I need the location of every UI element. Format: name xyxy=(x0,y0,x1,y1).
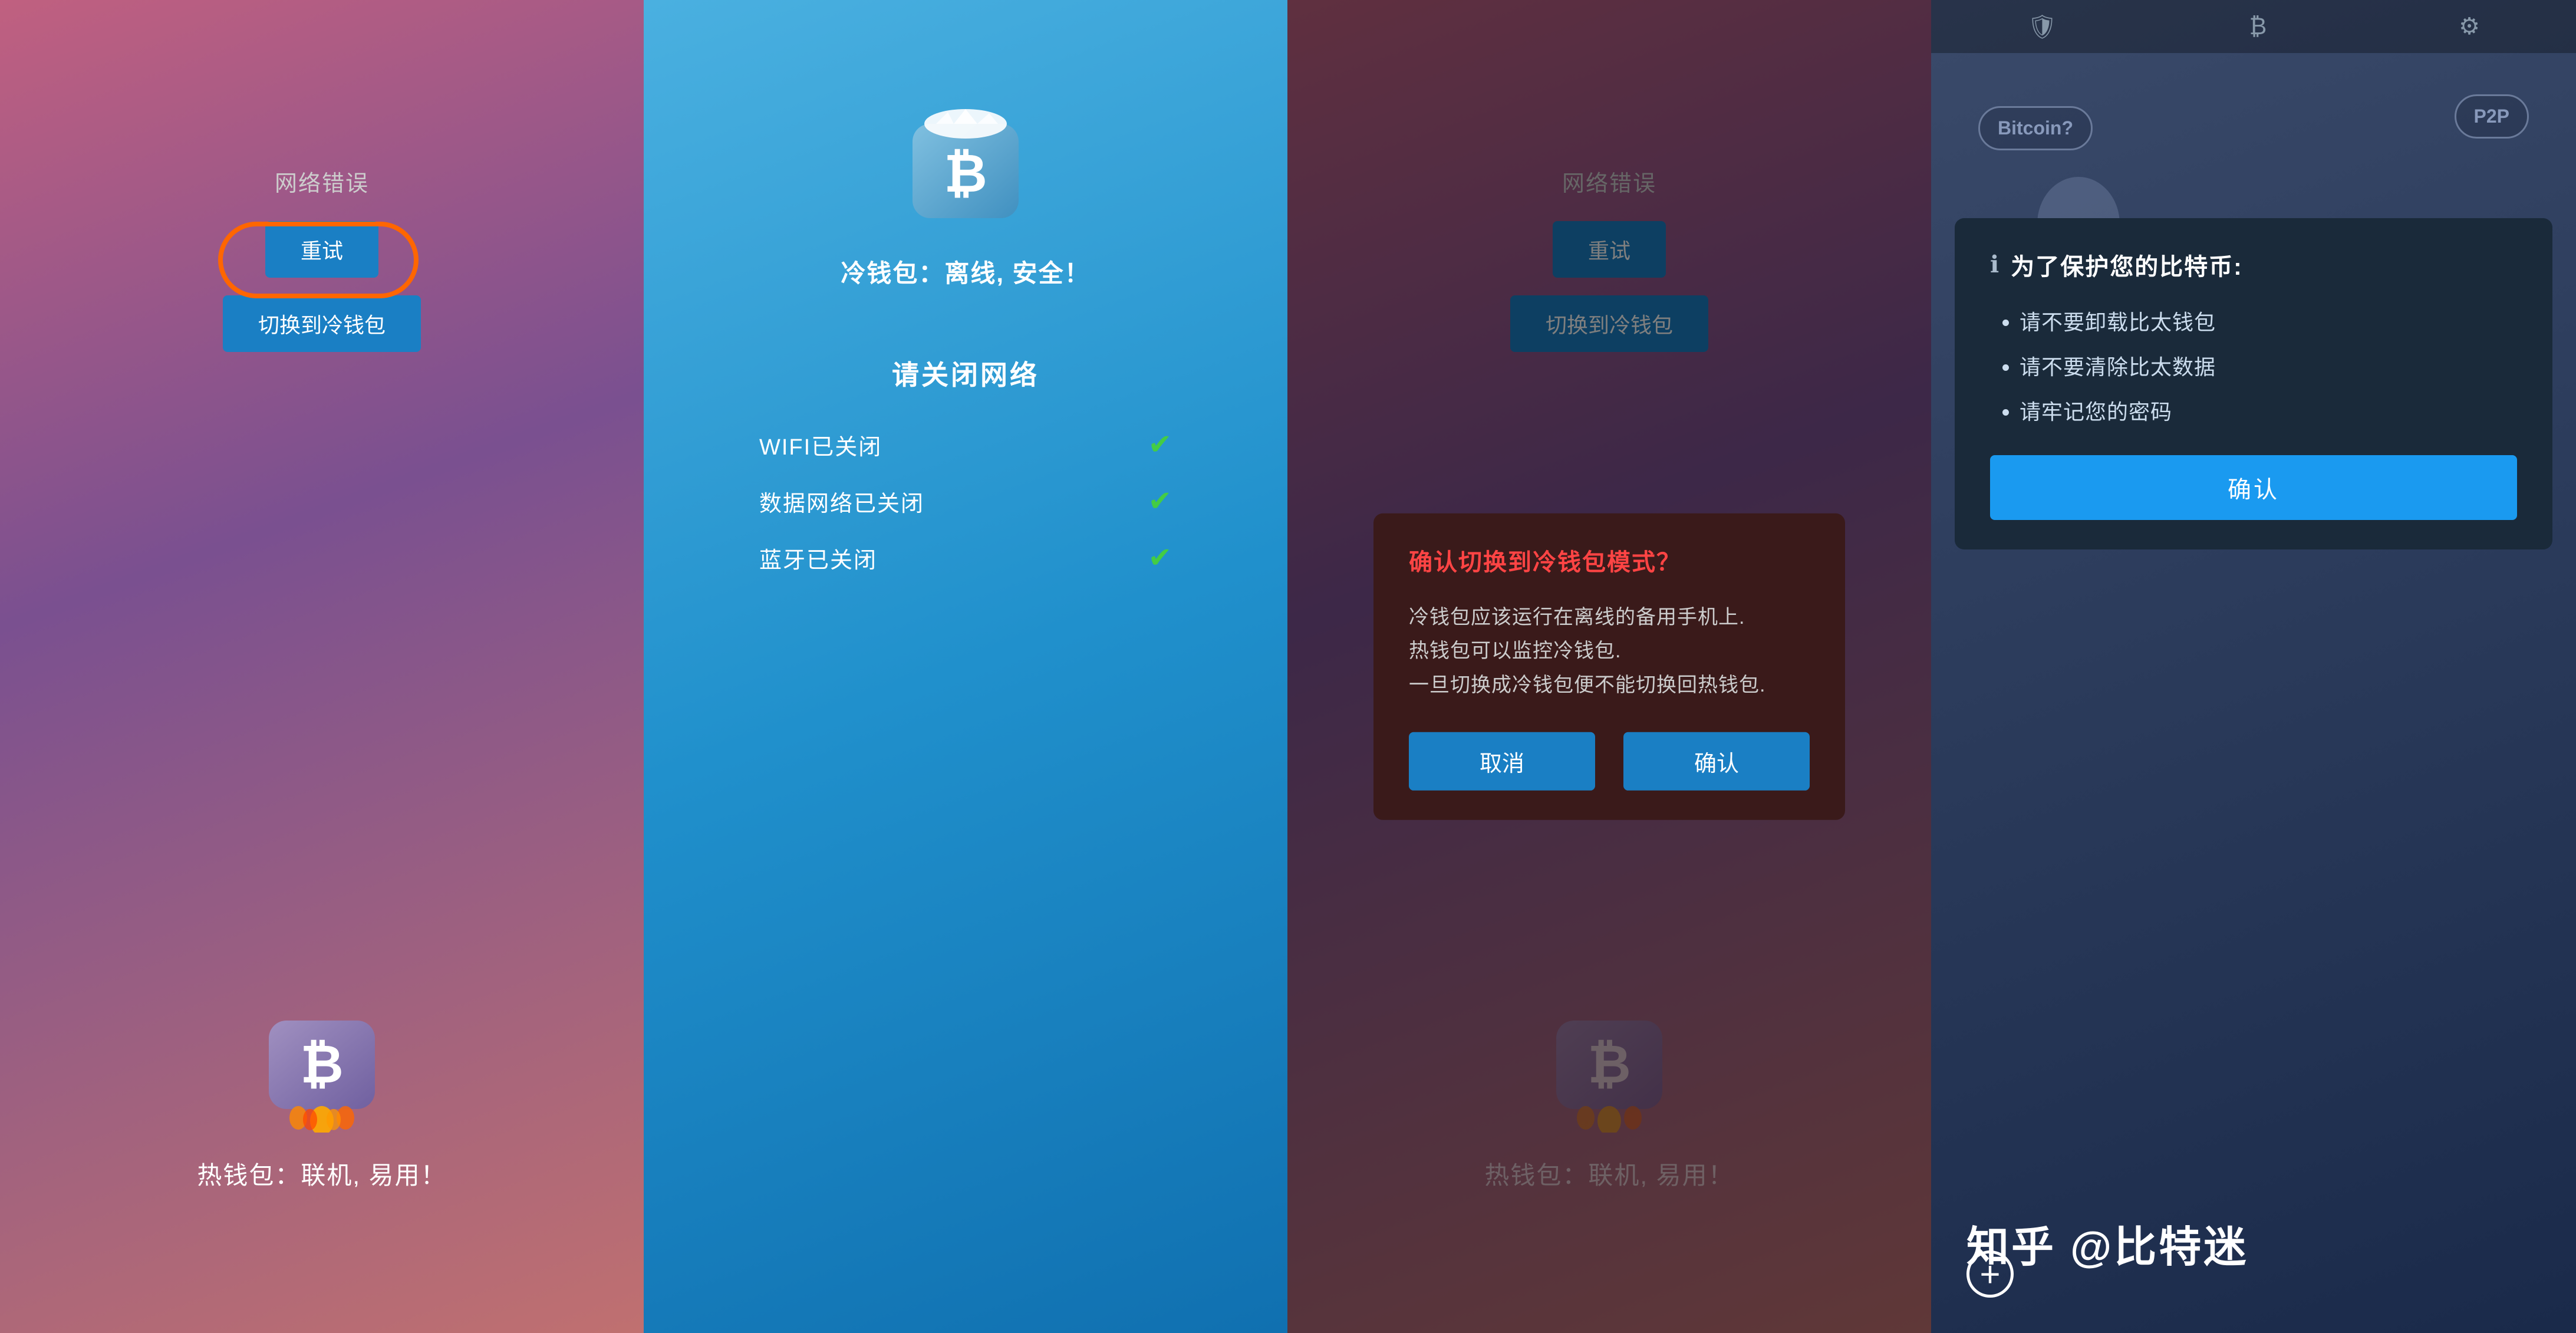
data-label: 数据网络已关闭 xyxy=(759,485,924,518)
bluetooth-item: 蓝牙已关闭 ✔ xyxy=(759,541,1172,574)
protection-dialog-header: ℹ 为了保护您的比特币: xyxy=(1990,248,2517,282)
bluetooth-check: ✔ xyxy=(1148,541,1172,574)
info-icon: ℹ xyxy=(1990,251,1999,278)
svg-text:₿: ₿ xyxy=(944,144,987,203)
wifi-check: ✔ xyxy=(1148,428,1172,461)
panel-1-hot-wallet: 网络错误 重试 切换到冷钱包 ₿ 热钱包：联机, 易用！ xyxy=(0,0,644,1333)
confirm-button[interactable]: 确认 xyxy=(1623,732,1810,791)
gear-icon: ⚙ xyxy=(2459,13,2480,40)
plus-circle-icon[interactable]: + xyxy=(1966,1250,2014,1298)
bluetooth-label: 蓝牙已关闭 xyxy=(759,542,877,574)
cancel-button[interactable]: 取消 xyxy=(1409,732,1595,791)
retry-button-1[interactable]: 重试 xyxy=(265,221,378,278)
dialog-body: 冷钱包应该运行在离线的备用手机上. 热钱包可以监控冷钱包. 一旦切换成冷钱包便不… xyxy=(1409,600,1810,702)
protection-dialog-title: 为了保护您的比特币: xyxy=(2011,248,2242,282)
cold-wallet-icon: ₿ xyxy=(907,106,1025,224)
dialog-line2: 热钱包可以监控冷钱包. xyxy=(1409,640,1621,662)
speech-bubble-bitcoin: Bitcoin? xyxy=(1978,106,2093,150)
svg-text:₿: ₿ xyxy=(300,1035,343,1094)
protection-list: 请不要卸载比太钱包 请不要清除比太数据 请牢记您的密码 xyxy=(1990,305,2517,426)
hot-wallet-label-1: 热钱包：联机, 易用！ xyxy=(197,1156,446,1192)
switch-wallet-button-1[interactable]: 切换到冷钱包 xyxy=(223,295,421,352)
wifi-item: WIFI已关闭 ✔ xyxy=(759,428,1172,461)
protection-item-3: 请牢记您的密码 xyxy=(2020,395,2517,426)
panel-3-confirm: 网络错误 重试 切换到冷钱包 ₿ 热钱包：联机, 易用！ 确认切换到冷钱包模式？… xyxy=(1287,0,1931,1333)
speech-bubble-p2p: P2P xyxy=(2455,94,2529,139)
wifi-label: WIFI已关闭 xyxy=(759,429,882,461)
bubble-p2p-text: P2P xyxy=(2474,106,2509,127)
protection-confirm-button[interactable]: 确认 xyxy=(1990,455,2517,520)
panel4-header: 🛡 ₿ ⚙ xyxy=(1931,0,2576,53)
shield-icon: 🛡 xyxy=(2027,13,2057,41)
protection-item-2: 请不要清除比太数据 xyxy=(2020,350,2517,381)
confirm-dialog: 确认切换到冷钱包模式？ 冷钱包应该运行在离线的备用手机上. 热钱包可以监控冷钱包… xyxy=(1373,513,1845,819)
protection-dialog: ℹ 为了保护您的比特币: 请不要卸载比太钱包 请不要清除比太数据 请牢记您的密码… xyxy=(1955,218,2552,549)
dialog-buttons: 取消 确认 xyxy=(1409,732,1810,791)
dialog-line3: 一旦切换成冷钱包便不能切换回热钱包. xyxy=(1409,674,1765,696)
bitcoin-header-icon: ₿ xyxy=(2249,14,2267,40)
hot-wallet-icon: ₿ xyxy=(263,1015,381,1133)
panel-4-protection: 🛡 ₿ ⚙ Bitcoin? P2P I♥₿ xyxy=(1931,0,2576,1333)
cold-wallet-label: 冷钱包：离线, 安全！ xyxy=(841,254,1090,289)
network-title: 请关闭网络 xyxy=(892,354,1039,393)
data-check: ✔ xyxy=(1148,485,1172,518)
panel-2-cold-wallet: ₿ 冷钱包：离线, 安全！ 请关闭网络 WIFI已关闭 ✔ 数据网络已关闭 ✔ … xyxy=(644,0,1287,1333)
protection-item-1: 请不要卸载比太钱包 xyxy=(2020,305,2517,336)
dialog-line1: 冷钱包应该运行在离线的备用手机上. xyxy=(1409,605,1745,628)
data-item: 数据网络已关闭 ✔ xyxy=(759,485,1172,518)
dialog-title: 确认切换到冷钱包模式？ xyxy=(1409,542,1810,577)
error-text-1: 网络错误 xyxy=(275,165,369,198)
bubble-bitcoin-text: Bitcoin? xyxy=(1998,117,2073,139)
network-section: 请关闭网络 WIFI已关闭 ✔ 数据网络已关闭 ✔ 蓝牙已关闭 ✔ xyxy=(759,354,1172,598)
